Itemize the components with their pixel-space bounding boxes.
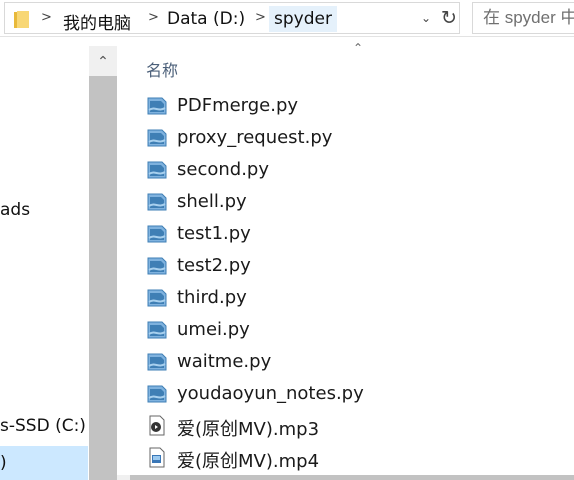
- python-file-icon: [145, 222, 169, 244]
- python-file-icon: [145, 350, 169, 372]
- file-name: test2.py: [177, 255, 251, 276]
- folder-icon: [14, 11, 29, 28]
- file-row[interactable]: waitme.py: [145, 346, 545, 376]
- file-row[interactable]: PDFmerge.py: [145, 90, 545, 120]
- chevron-down-icon[interactable]: ⌄: [415, 5, 437, 31]
- breadcrumb[interactable]: > 我的电脑 > Data (D:) > spyder ⌄ ↻: [4, 2, 460, 34]
- address-bar: > 我的电脑 > Data (D:) > spyder ⌄ ↻: [0, 0, 574, 37]
- python-file-icon: [145, 318, 169, 340]
- file-name: shell.py: [177, 191, 247, 212]
- file-name: test1.py: [177, 223, 251, 244]
- file-name: 爱(原创MV).mp3: [177, 419, 320, 440]
- file-row[interactable]: proxy_request.py: [145, 122, 545, 152]
- video-file-icon: [145, 446, 169, 468]
- search-box[interactable]: [472, 2, 574, 34]
- sort-ascending-icon: ⌃: [353, 41, 364, 55]
- column-header-name[interactable]: 名称: [146, 57, 178, 81]
- file-name: waitme.py: [177, 351, 272, 372]
- python-file-icon: [145, 126, 169, 148]
- file-row[interactable]: second.py: [145, 154, 545, 184]
- horizontal-scrollbar-thumb[interactable]: [130, 475, 574, 480]
- file-row[interactable]: youdaoyun_notes.py: [145, 378, 545, 408]
- file-row[interactable]: test2.py: [145, 250, 545, 280]
- file-row[interactable]: shell.py: [145, 186, 545, 216]
- audio-file-icon: [145, 414, 169, 436]
- file-name: third.py: [177, 287, 247, 308]
- search-input[interactable]: [473, 3, 574, 33]
- python-file-icon: [145, 382, 169, 404]
- file-name: umei.py: [177, 319, 250, 340]
- file-row[interactable]: test1.py: [145, 218, 545, 248]
- nav-item-selected[interactable]: ): [0, 446, 88, 480]
- python-file-icon: [145, 190, 169, 212]
- breadcrumb-item-spyder[interactable]: spyder: [269, 6, 337, 32]
- chevron-right-icon[interactable]: >: [148, 10, 159, 25]
- python-file-icon: [145, 158, 169, 180]
- nav-item-ssd-drive[interactable]: s-SSD (C:): [0, 416, 86, 436]
- file-row[interactable]: third.py: [145, 282, 545, 312]
- chevron-right-icon[interactable]: >: [255, 10, 266, 25]
- python-file-icon: [145, 286, 169, 308]
- nav-scrollbar-thumb[interactable]: [89, 76, 117, 480]
- file-name: 爱(原创MV).mp4: [177, 451, 320, 472]
- file-row[interactable]: 爱(原创MV).mp3: [145, 410, 545, 440]
- file-name: second.py: [177, 159, 269, 180]
- file-name: proxy_request.py: [177, 127, 333, 148]
- file-name: youdaoyun_notes.py: [177, 383, 364, 404]
- refresh-icon[interactable]: ↻: [437, 5, 461, 31]
- file-row[interactable]: 爱(原创MV).mp4: [145, 442, 545, 472]
- chevron-right-icon[interactable]: >: [41, 10, 52, 25]
- navigation-pane: ads s-SSD (C:) ): [0, 37, 88, 480]
- breadcrumb-item-my-computer[interactable]: 我的电脑: [63, 9, 131, 34]
- scroll-up-arrow-icon[interactable]: ⌃: [89, 48, 117, 76]
- file-row[interactable]: umei.py: [145, 314, 545, 344]
- nav-item-downloads[interactable]: ads: [0, 200, 30, 220]
- file-name: PDFmerge.py: [177, 95, 299, 116]
- breadcrumb-item-data-drive[interactable]: Data (D:): [167, 9, 245, 29]
- python-file-icon: [145, 254, 169, 276]
- file-list: ⌃ 名称 PDFmerge.py proxy_request.py second.p…: [117, 37, 574, 480]
- python-file-icon: [145, 94, 169, 116]
